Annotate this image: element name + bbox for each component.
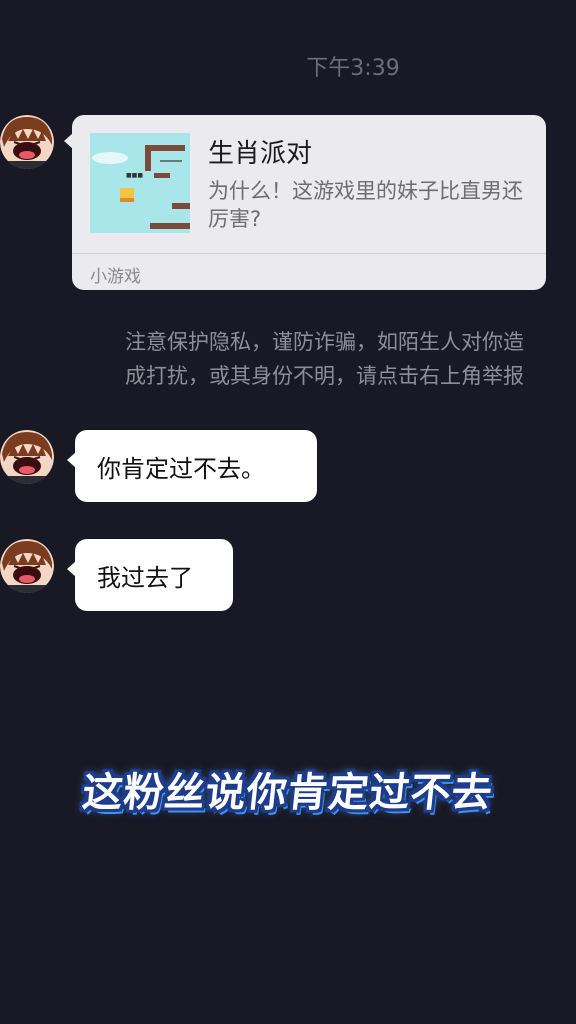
minigame-description: 为什么！这游戏里的妹子比直男还厉害?	[208, 179, 523, 231]
chat-screen: 下午3:39 ■■■ 生肖派对 为什么！这游戏里的妹子比直男还厉害? 小游戏 注…	[0, 0, 576, 1024]
video-caption-overlay: 这粉丝说你肯定过不去	[80, 770, 495, 816]
avatar-icon[interactable]	[0, 539, 54, 593]
message-text: 你肯定过不去。	[97, 454, 265, 483]
platform-game-thumbnail-icon: ■■■	[90, 133, 190, 233]
minigame-title: 生肖派对	[208, 139, 313, 169]
avatar-icon[interactable]	[0, 115, 54, 169]
message-timestamp: 下午3:39	[306, 56, 400, 81]
minigame-share-card[interactable]: ■■■ 生肖派对 为什么！这游戏里的妹子比直男还厉害? 小游戏	[64, 115, 546, 290]
safety-notice-line-2: 成打扰，或其身份不明，请点击右上角举报	[125, 364, 524, 388]
anime-avatar-icon	[0, 115, 54, 169]
svg-text:■■■: ■■■	[126, 172, 143, 179]
avatar-icon[interactable]	[0, 430, 54, 484]
safety-notice-line-1: 注意保护隐私，谨防诈骗，如陌生人对你造	[125, 330, 524, 354]
safety-notice: 注意保护隐私，谨防诈骗，如陌生人对你造 成打扰，或其身份不明，请点击右上角举报	[125, 325, 576, 395]
message-bubble[interactable]: 我过去了	[67, 539, 233, 611]
message-text: 我过去了	[97, 563, 193, 592]
anime-avatar-icon	[0, 539, 54, 593]
anime-avatar-icon	[0, 430, 54, 484]
minigame-source-label: 小游戏	[90, 267, 141, 287]
message-bubble[interactable]: 你肯定过不去。	[67, 430, 317, 502]
card-divider	[72, 253, 546, 254]
